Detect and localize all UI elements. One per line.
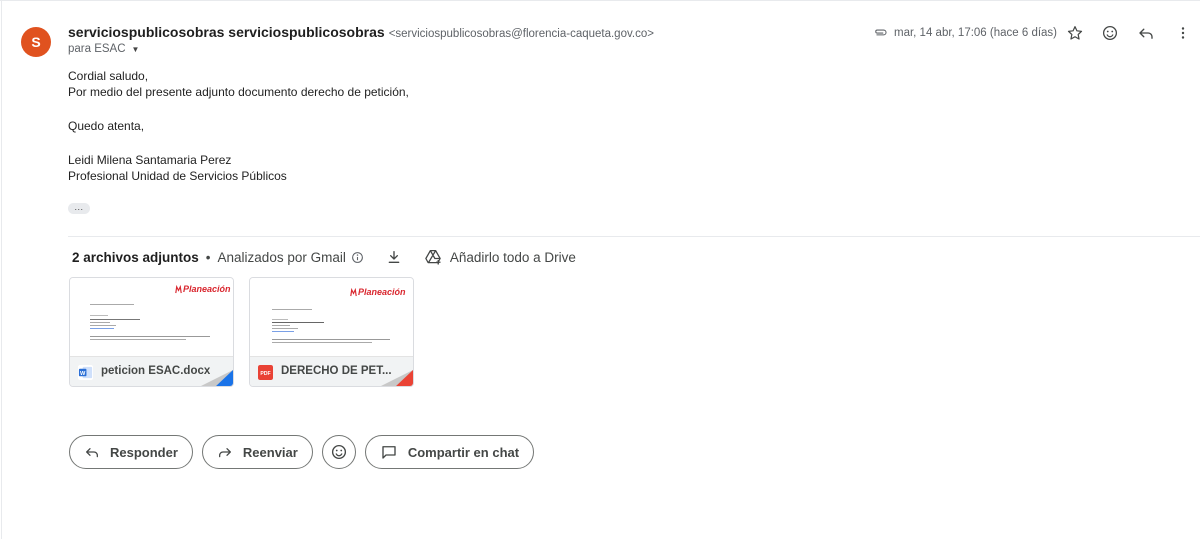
attachment-preview[interactable]: Planeación [70, 278, 233, 356]
emoji-icon [331, 444, 346, 460]
sender-name[interactable]: serviciospublicosobras serviciospublicos… [68, 24, 385, 40]
pdf-file-icon: PDF [258, 365, 273, 380]
sender-line: serviciospublicosobras serviciospublicos… [68, 24, 654, 40]
file-corner-fold [381, 370, 413, 386]
planeacion-logo: Planeación [175, 284, 231, 294]
forward-icon [218, 448, 231, 458]
download-all-icon[interactable] [386, 249, 402, 265]
add-to-drive-icon[interactable] [424, 248, 442, 266]
message-meta: mar, 14 abr, 17:06 (hace 6 días) [872, 24, 1057, 42]
info-icon[interactable] [351, 251, 364, 264]
chat-icon [382, 446, 396, 459]
attachments-count: 2 archivos adjuntos [72, 249, 199, 265]
reply-label: Responder [110, 444, 178, 460]
recipient-label: para ESAC [68, 43, 126, 55]
attachment-preview[interactable]: Planeación [250, 278, 413, 356]
reply-icon[interactable] [1135, 22, 1157, 44]
reply-icon [86, 448, 98, 458]
emoji-icon[interactable] [1099, 22, 1121, 44]
attachment-card-pdf[interactable]: Planeación PDF DERECHO DE PET... [249, 277, 414, 387]
signature-title: Profesional Unidad de Servicios Públicos [68, 169, 287, 183]
left-border [1, 0, 2, 539]
message-actions: Responder Reenviar Compartir en chat [69, 435, 535, 469]
greeting-line: Cordial saludo, [68, 69, 149, 83]
forward-label: Reenviar [242, 444, 298, 460]
attachment-footer[interactable]: W peticion ESAC.docx [70, 356, 233, 386]
attachment-card-docx[interactable]: Planeación W peticion ESAC.docx [69, 277, 234, 387]
avatar-letter: S [31, 34, 41, 50]
star-icon[interactable] [1064, 22, 1086, 44]
recipient-details-toggle[interactable]: para ESAC ▼ [68, 43, 139, 55]
logo-text: Planeación [358, 287, 406, 297]
sender-avatar[interactable]: S [21, 27, 51, 57]
sender-email: <serviciospublicosobras@florencia-caquet… [388, 28, 654, 40]
chevron-down-icon[interactable]: ▼ [132, 45, 140, 54]
pdf-label: PDF [260, 371, 270, 377]
message-body: Cordial saludo, Por medio del presente a… [68, 68, 409, 184]
signature-name: Leidi Milena Santamaria Perez [68, 153, 232, 167]
attachment-footer[interactable]: PDF DERECHO DE PET... [250, 356, 413, 386]
more-vert-icon[interactable] [1172, 22, 1194, 44]
share-label: Compartir en chat [407, 444, 520, 460]
forward-button[interactable]: Reenviar [201, 435, 313, 469]
svg-text:W: W [80, 371, 86, 377]
attachments-separator: • [205, 249, 211, 265]
ellipsis-icon: ... [74, 201, 84, 212]
scanned-label: Analizados por Gmail [217, 249, 346, 265]
add-all-to-drive-button[interactable]: Añadirlo todo a Drive [450, 250, 576, 265]
emoji-reaction-button[interactable] [321, 435, 356, 469]
attachment-name: peticion ESAC.docx [101, 365, 211, 377]
logo-text: Planeación [183, 284, 231, 294]
planeacion-logo: Planeación [350, 287, 406, 297]
message-date: mar, 14 abr, 17:06 (hace 6 días) [894, 27, 1058, 39]
top-border [0, 0, 1200, 1]
attachment-name: DERECHO DE PET... [281, 365, 391, 377]
share-in-chat-button[interactable]: Compartir en chat [364, 435, 535, 469]
reply-button[interactable]: Responder [69, 435, 193, 469]
closing-line: Quedo atenta, [68, 119, 145, 133]
word-file-icon: W [78, 365, 93, 380]
file-corner-fold [201, 370, 233, 386]
paperclip-icon [875, 29, 887, 36]
attachments-divider [68, 236, 1200, 237]
body-line: Por medio del presente adjunto documento… [68, 85, 409, 99]
show-trimmed-content-button[interactable]: ... [68, 201, 90, 214]
attachments-bar: 2 archivos adjuntos • Analizados por Gma… [72, 248, 576, 266]
